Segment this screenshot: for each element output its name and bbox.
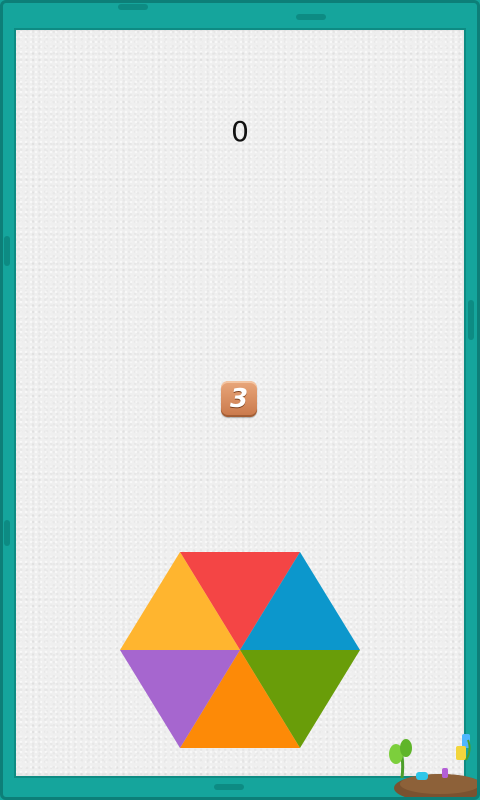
color-hexagon[interactable] [120, 552, 360, 748]
countdown-tile: 3 [221, 381, 257, 417]
frame-notch [4, 520, 10, 546]
score-display: 0 [231, 115, 249, 148]
game-frame: 0 3 [0, 0, 480, 800]
frame-notch [118, 4, 148, 10]
frame-notch [214, 784, 244, 790]
frame-notch [468, 300, 474, 340]
plant-decoration-icon [389, 734, 480, 800]
frame-notch [4, 236, 10, 266]
countdown-number: 3 [229, 384, 249, 414]
frame-notch [296, 14, 326, 20]
